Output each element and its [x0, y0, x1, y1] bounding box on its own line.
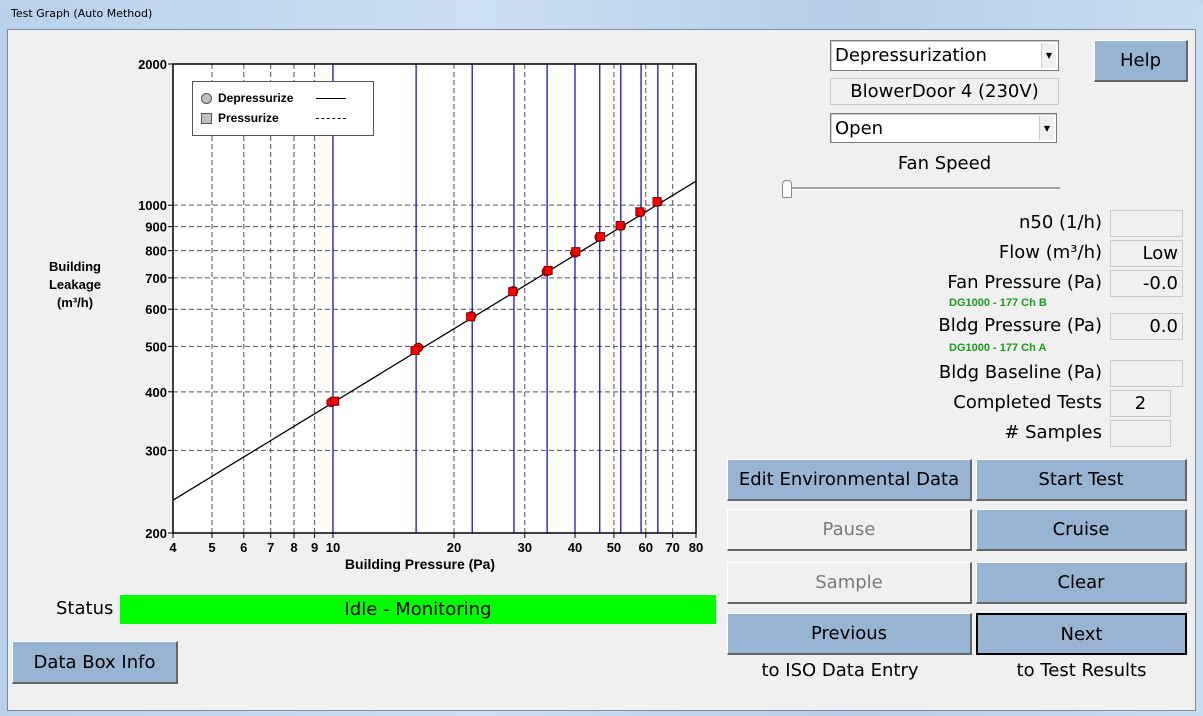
flow-value: Low: [1110, 240, 1183, 267]
y-axis-label-line: (m³/h): [56, 295, 94, 310]
x-axis-label: Building Pressure (Pa): [344, 556, 496, 572]
bldg-pressure-channel: DG1000 - 177 Ch A: [949, 342, 1047, 354]
x-tick-label: 4: [169, 540, 177, 555]
fan-pressure-channel: DG1000 - 177 Ch B: [949, 297, 1047, 309]
status-text: Idle - Monitoring: [344, 599, 492, 620]
mode-select[interactable]: Depressurization ▼: [830, 40, 1059, 71]
window: Test Graph (Auto Method) 4 5 6 7 8 9 10 20 30 40 5…: [0, 0, 1203, 716]
x-tick-label: 70: [665, 540, 679, 555]
x-tick-label: 20: [447, 540, 461, 555]
completed-tests-value: 2: [1110, 390, 1171, 417]
bldg-pressure-value: 0.0: [1110, 313, 1183, 340]
x-tick-label: 80: [689, 540, 703, 555]
status-label: Status: [56, 598, 114, 619]
y-tick-label: 2000: [138, 57, 167, 72]
y-tick-label: 300: [145, 443, 167, 458]
x-tick-label: 5: [208, 540, 215, 555]
clear-button[interactable]: Clear: [976, 562, 1187, 604]
x-tick-label: 50: [607, 540, 621, 555]
y-axis-label-line: Building: [49, 259, 101, 274]
device-display: BlowerDoor 4 (230V): [830, 78, 1059, 105]
y-tick-label: 900: [145, 220, 167, 235]
x-tick-label: 60: [639, 540, 653, 555]
x-tick-label: 30: [518, 540, 532, 555]
device-name: BlowerDoor 4 (230V): [850, 81, 1039, 102]
start-test-button[interactable]: Start Test: [976, 459, 1187, 501]
circle-icon: [201, 92, 212, 104]
x-tick-label: 9: [311, 540, 318, 555]
fan-speed-slider[interactable]: [782, 187, 1060, 190]
previous-caption: to ISO Data Entry: [761, 660, 919, 681]
data-box-info-button[interactable]: Data Box Info: [12, 641, 178, 684]
solid-line-icon: [316, 97, 346, 99]
cruise-button[interactable]: Cruise: [976, 509, 1187, 551]
completed-tests-label: Completed Tests: [953, 392, 1102, 413]
y-tick-label: 800: [145, 244, 167, 259]
help-button[interactable]: Help: [1094, 40, 1188, 82]
y-tick-label: 500: [145, 339, 167, 354]
pressurize-point: [596, 232, 606, 242]
fan-speed-label: Fan Speed: [897, 153, 992, 174]
pressurize-point: [571, 247, 581, 257]
sample-button[interactable]: Sample: [727, 562, 972, 604]
y-tick-label: 600: [145, 302, 167, 317]
pressurize-point: [635, 207, 645, 217]
pause-button[interactable]: Pause: [727, 509, 972, 551]
y-axis-label: Building Leakage (m³/h): [30, 258, 120, 312]
dropdown-arrow-icon[interactable]: ▼: [1041, 43, 1056, 68]
pressurize-point: [410, 345, 420, 355]
x-tick-label: 40: [568, 540, 582, 555]
pressurize-point: [330, 396, 340, 406]
pressurize-point: [543, 265, 553, 275]
legend-item-depressurize: Depressurize: [201, 89, 346, 107]
fan-pressure-value: -0.0: [1110, 270, 1183, 297]
y-tick-label: 700: [145, 271, 167, 286]
y-tick-label: 200: [145, 526, 167, 541]
dashed-line-icon: [316, 117, 346, 119]
legend-item-pressurize: Pressurize: [201, 109, 346, 127]
legend-label: Depressurize: [218, 91, 294, 105]
x-tick-label: 6: [240, 540, 247, 555]
samples-label: # Samples: [1004, 422, 1102, 443]
x-tick-label: 7: [267, 540, 274, 555]
fan-pressure-label: Fan Pressure (Pa): [947, 272, 1102, 293]
next-caption: to Test Results: [1016, 660, 1147, 681]
n50-label: n50 (1/h): [1018, 212, 1102, 233]
flow-label: Flow (m³/h): [998, 242, 1102, 263]
status-bar: Idle - Monitoring: [120, 595, 716, 624]
bldg-baseline-value: [1110, 360, 1183, 387]
x-tick-label: 8: [290, 540, 297, 555]
ring-select[interactable]: Open ▼: [830, 113, 1057, 143]
samples-value: [1110, 420, 1171, 447]
fan-speed-slider-thumb[interactable]: [782, 180, 792, 198]
previous-button[interactable]: Previous: [727, 613, 972, 655]
pressurize-point: [508, 287, 518, 297]
bldg-baseline-label: Bldg Baseline (Pa): [938, 362, 1102, 383]
mode-select-value: Depressurization: [835, 45, 987, 66]
pressurize-point: [466, 312, 476, 322]
x-tick-label: 10: [326, 540, 340, 555]
ring-select-value: Open: [835, 117, 884, 139]
dropdown-arrow-icon[interactable]: ▼: [1039, 116, 1054, 140]
next-button[interactable]: Next: [976, 613, 1187, 655]
y-tick-label: 1000: [138, 198, 167, 213]
pressurize-point: [615, 221, 625, 231]
edit-environmental-data-button[interactable]: Edit Environmental Data: [727, 459, 972, 501]
square-icon: [201, 112, 212, 124]
chart-legend: Depressurize Pressurize: [192, 81, 374, 136]
legend-label: Pressurize: [218, 111, 279, 125]
n50-value: [1110, 210, 1183, 237]
pressurize-point: [652, 197, 662, 207]
bldg-pressure-label: Bldg Pressure (Pa): [938, 315, 1102, 336]
y-axis-label-line: Leakage: [48, 277, 102, 292]
y-tick-label: 400: [145, 385, 167, 400]
